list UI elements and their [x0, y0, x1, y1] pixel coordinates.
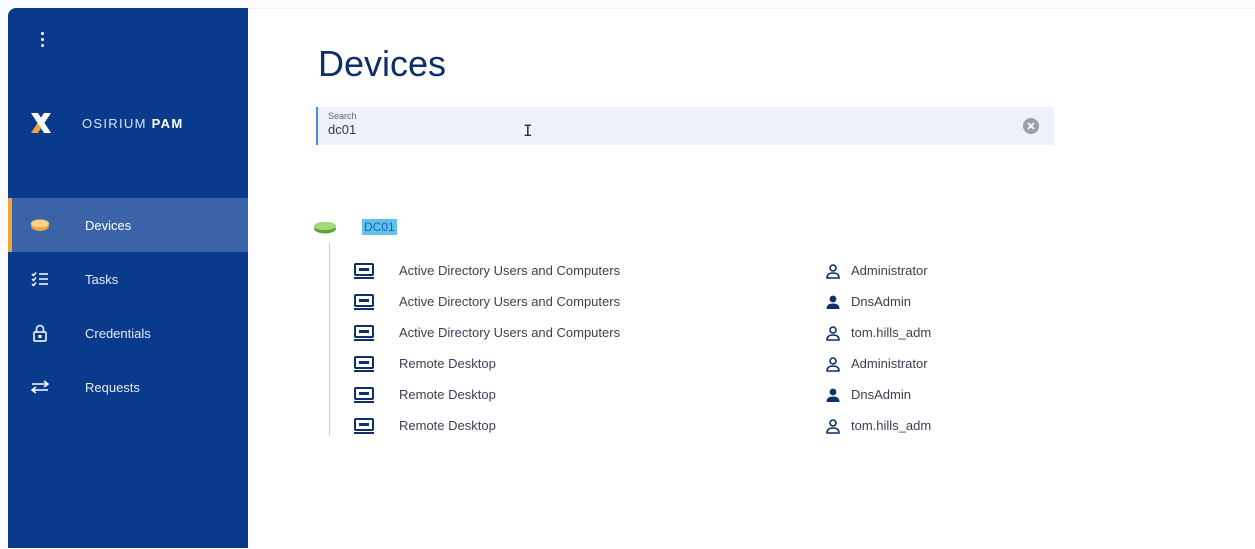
sidebar-item-label: Tasks [85, 271, 119, 287]
brand-name-bold: PAM [151, 115, 184, 131]
brand-name: OSIRIUM PAM [82, 116, 183, 131]
connection-app-name: Remote Desktop [399, 418, 496, 433]
connection-app-name: Active Directory Users and Computers [399, 325, 621, 340]
sidebar-item-devices[interactable]: Devices [8, 198, 248, 252]
connection-list: Active Directory Users and Computers Adm… [353, 255, 993, 441]
lock-icon [30, 323, 50, 343]
user-outline-icon [826, 263, 840, 279]
sidebar-item-requests[interactable]: Requests [8, 360, 248, 414]
connection-username: DnsAdmin [851, 294, 911, 309]
connection-row[interactable]: Active Directory Users and Computers tom… [353, 317, 993, 348]
sidebar-item-label: Devices [85, 217, 132, 233]
user-filled-icon [826, 295, 840, 309]
connection-username: DnsAdmin [851, 387, 911, 402]
connection-username: tom.hills_adm [851, 325, 932, 340]
device-tree: DC01 Active Directory Users and Computer… [313, 217, 931, 436]
device-name[interactable]: DC01 [362, 219, 397, 235]
text-cursor-icon: I [523, 121, 533, 140]
connection-username: Administrator [851, 356, 928, 371]
sidebar-item-tasks[interactable]: Tasks [8, 252, 248, 306]
user-outline-icon [826, 418, 840, 434]
more-menu-icon[interactable] [38, 30, 46, 50]
sidebar-item-label: Requests [85, 379, 140, 395]
search-field[interactable]: Search I [316, 107, 1054, 145]
user-outline-icon [826, 356, 840, 372]
sidebar: OSIRIUM PAM Devices Tasks Credentials Re… [8, 8, 248, 548]
search-label: Search [328, 111, 357, 121]
clear-search-icon[interactable] [1022, 117, 1040, 135]
monitor-icon [354, 262, 374, 279]
page-title: Devices [318, 43, 447, 84]
connection-app-name: Remote Desktop [399, 356, 496, 371]
connection-row[interactable]: Active Directory Users and Computers Adm… [353, 255, 993, 286]
connection-row[interactable]: Remote Desktop tom.hills_adm [353, 410, 993, 441]
connection-row[interactable]: Remote Desktop Administrator [353, 348, 993, 379]
connection-row[interactable]: Remote Desktop DnsAdmin [353, 379, 993, 410]
device-row[interactable]: DC01 [313, 217, 397, 237]
swap-arrows-icon [30, 377, 50, 397]
sidebar-nav: Devices Tasks Credentials Requests [8, 198, 248, 414]
brand-name-light: OSIRIUM [82, 115, 147, 131]
connection-app-name: Active Directory Users and Computers [399, 294, 621, 309]
tasks-icon [30, 269, 50, 289]
user-filled-icon [826, 388, 840, 402]
sidebar-item-label: Credentials [85, 325, 151, 341]
connection-row[interactable]: Active Directory Users and Computers Dns… [353, 286, 993, 317]
search-input[interactable] [328, 122, 968, 137]
monitor-icon [354, 386, 374, 403]
osirium-logo-icon [31, 113, 51, 133]
brand: OSIRIUM PAM [28, 110, 183, 136]
monitor-icon [354, 324, 374, 341]
connection-app-name: Remote Desktop [399, 387, 496, 402]
monitor-icon [354, 355, 374, 372]
app-page: OSIRIUM PAM Devices Tasks Credentials Re… [0, 0, 1255, 549]
sidebar-item-credentials[interactable]: Credentials [8, 306, 248, 360]
monitor-icon [354, 293, 374, 310]
connection-username: Administrator [851, 263, 928, 278]
user-outline-icon [826, 325, 840, 341]
devices-icon [30, 215, 50, 235]
connection-username: tom.hills_adm [851, 418, 932, 433]
monitor-icon [354, 417, 374, 434]
server-device-icon [314, 221, 336, 234]
connection-app-name: Active Directory Users and Computers [399, 263, 621, 278]
main-content: Devices Search I DC01 [248, 8, 1255, 549]
tree-connector-line [329, 243, 330, 436]
